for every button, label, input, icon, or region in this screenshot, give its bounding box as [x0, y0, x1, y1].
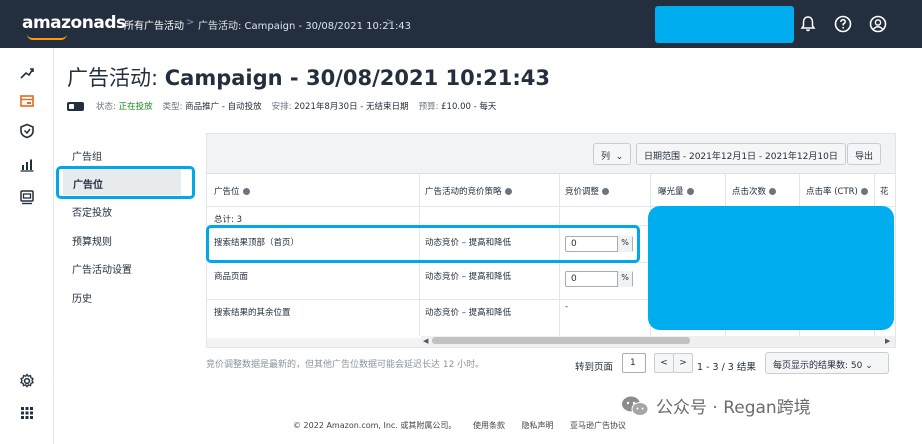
bell-icon[interactable]	[797, 13, 819, 35]
campaign-status-toggle[interactable]	[67, 101, 84, 111]
column-header-clicks[interactable]: 点击次数	[732, 174, 777, 206]
data-delay-note: 竞价调整数据是最新的，但其他广告位数据可能会延迟长达 12 小时。	[206, 360, 485, 370]
results-per-page-select[interactable]: 每页显示的结果数: 50 ⌄	[765, 352, 889, 374]
sidenav-item-budget-rules[interactable]: 预算规则	[62, 226, 192, 252]
budget-value: £10.00 - 每天	[441, 102, 497, 112]
type-value: 商品推广 - 自动投放	[185, 102, 262, 112]
column-header-bid-strategy[interactable]: 广告活动的竞价策略	[425, 174, 512, 206]
column-header-impressions[interactable]: 曝光量	[658, 174, 694, 206]
scrollbar-thumb[interactable]	[432, 337, 690, 344]
table-total-label: 总计: 3	[214, 215, 242, 225]
breadcrumb-separator: >	[186, 17, 195, 28]
campaign-icon[interactable]	[18, 92, 36, 110]
header-text: 广告活动的竞价策略	[425, 187, 502, 197]
status-label: 状态:	[96, 102, 116, 112]
schedule-value: 2021年8月30日 - 无结束日期	[294, 102, 409, 112]
results-per-page-label: 每页显示的结果数: 50	[773, 361, 863, 371]
page-title: 广告活动: Campaign - 30/08/2021 10:21:43	[67, 62, 550, 92]
row-placement-product-pages: 商品页面	[214, 272, 249, 282]
sidenav-item-history[interactable]: 历史	[62, 283, 192, 309]
bid-adjustment-dash: -	[565, 302, 569, 312]
info-icon[interactable]	[860, 188, 868, 195]
results-count: 1 - 3 / 3 结果	[697, 362, 756, 373]
export-button[interactable]: 导出	[847, 143, 882, 165]
page-number-input[interactable]: 1	[622, 353, 646, 373]
trend-icon[interactable]	[18, 64, 36, 82]
row-bid-strategy: 动态竞价 – 提高和降低	[425, 308, 512, 318]
top-navigation-bar: amazonads 所有广告活动 > 广告活动: Campaign - 30/0…	[0, 0, 922, 48]
status-value: 正在投放	[118, 102, 153, 112]
apps-grid-icon[interactable]	[18, 404, 36, 422]
terms-link[interactable]: 使用条款	[473, 421, 505, 430]
scroll-left-icon[interactable]: ◀	[423, 337, 428, 345]
wechat-icon	[622, 396, 649, 416]
info-icon[interactable]	[242, 188, 250, 195]
column-header-placement[interactable]: 广告位	[214, 174, 250, 206]
media-icon[interactable]	[18, 188, 36, 206]
page-title-prefix: 广告活动:	[67, 66, 159, 90]
info-icon[interactable]	[602, 188, 610, 195]
columns-button[interactable]: 列 ⌄	[593, 143, 632, 165]
sidenav-item-negative-targeting[interactable]: 否定投放	[62, 197, 192, 223]
redacted-account-area	[655, 6, 794, 43]
header-text: 曝光量	[658, 187, 684, 197]
redacted-metrics-area	[648, 206, 894, 330]
info-icon[interactable]	[769, 188, 777, 195]
date-range-button[interactable]: 日期范围 - 2021年12月1日 - 2021年12月10日	[636, 143, 846, 165]
header-text: 广告位	[214, 187, 240, 197]
header-text: 点击次数	[732, 187, 767, 197]
goto-page-label: 转到页面	[575, 362, 614, 373]
highlight-box-top-of-search-row	[206, 225, 640, 263]
watermark-text: 公众号 · Regan跨境	[656, 398, 811, 418]
row-placement-rest-of-search: 搜索结果的其余位置	[214, 308, 291, 318]
info-icon[interactable]	[504, 188, 512, 195]
page-title-campaign-name: Campaign - 30/08/2021 10:21:43	[164, 66, 550, 90]
breadcrumb-separator-end: >	[386, 17, 395, 28]
budget-label: 预算:	[418, 102, 439, 112]
sidenav-item-campaign-settings[interactable]: 广告活动设置	[62, 254, 192, 280]
bid-adjustment-input-product-pages[interactable]: 0 %	[565, 271, 633, 287]
breadcrumb-all-campaigns[interactable]: 所有广告活动	[124, 17, 184, 32]
ad-agreement-link[interactable]: 亚马逊广告协议	[570, 421, 626, 430]
scroll-right-icon[interactable]: ▶	[885, 337, 890, 345]
help-icon[interactable]	[832, 13, 854, 35]
percent-suffix: %	[617, 271, 632, 287]
campaign-meta-line: 状态: 正在投放 类型: 商品推广 - 自动投放 安排: 2021年8月30日 …	[67, 100, 506, 112]
bid-adjustment-value: 0	[571, 274, 577, 284]
breadcrumb-current-campaign: 广告活动: Campaign - 30/08/2021 10:21:43	[198, 21, 412, 32]
column-header-spend[interactable]: 花	[880, 174, 889, 206]
logo-amazon-text: amazon	[22, 13, 94, 33]
info-icon[interactable]	[686, 188, 694, 195]
type-label: 类型:	[162, 102, 183, 112]
chevron-down-icon: ⌄	[865, 361, 873, 371]
column-header-ctr[interactable]: 点击率 (CTR)	[806, 174, 868, 206]
shield-icon[interactable]	[18, 122, 36, 140]
page-footer: © 2022 Amazon.com, Inc. 或其附属公司。 使用条款 隐私声…	[293, 420, 640, 431]
amazon-smile-icon	[27, 34, 67, 40]
next-page-button[interactable]: >	[673, 353, 693, 373]
settings-icon[interactable]	[18, 372, 36, 390]
amazon-ads-logo[interactable]: amazonads	[22, 13, 126, 33]
copyright-text: © 2022 Amazon.com, Inc. 或其附属公司。	[293, 421, 457, 430]
bar-chart-icon[interactable]	[18, 156, 36, 174]
privacy-link[interactable]: 隐私声明	[522, 421, 554, 430]
sidenav-item-ad-groups[interactable]: 广告组	[62, 141, 192, 167]
header-text: 竞价调整	[565, 187, 600, 197]
row-bid-strategy: 动态竞价 – 提高和降低	[425, 272, 512, 282]
schedule-label: 安排:	[271, 102, 292, 112]
columns-button-label: 列	[601, 152, 611, 162]
account-icon[interactable]	[867, 13, 889, 35]
highlight-box-nav	[56, 166, 195, 199]
left-icon-rail	[0, 48, 54, 444]
watermark: 公众号 · Regan跨境	[620, 393, 811, 418]
header-text: 点击率 (CTR)	[806, 187, 858, 197]
prev-page-button[interactable]: <	[654, 353, 674, 373]
chevron-down-icon: ⌄	[615, 152, 624, 162]
column-header-bid-adjustment[interactable]: 竞价调整	[565, 174, 610, 206]
logo-ads-text: ads	[93, 13, 126, 33]
